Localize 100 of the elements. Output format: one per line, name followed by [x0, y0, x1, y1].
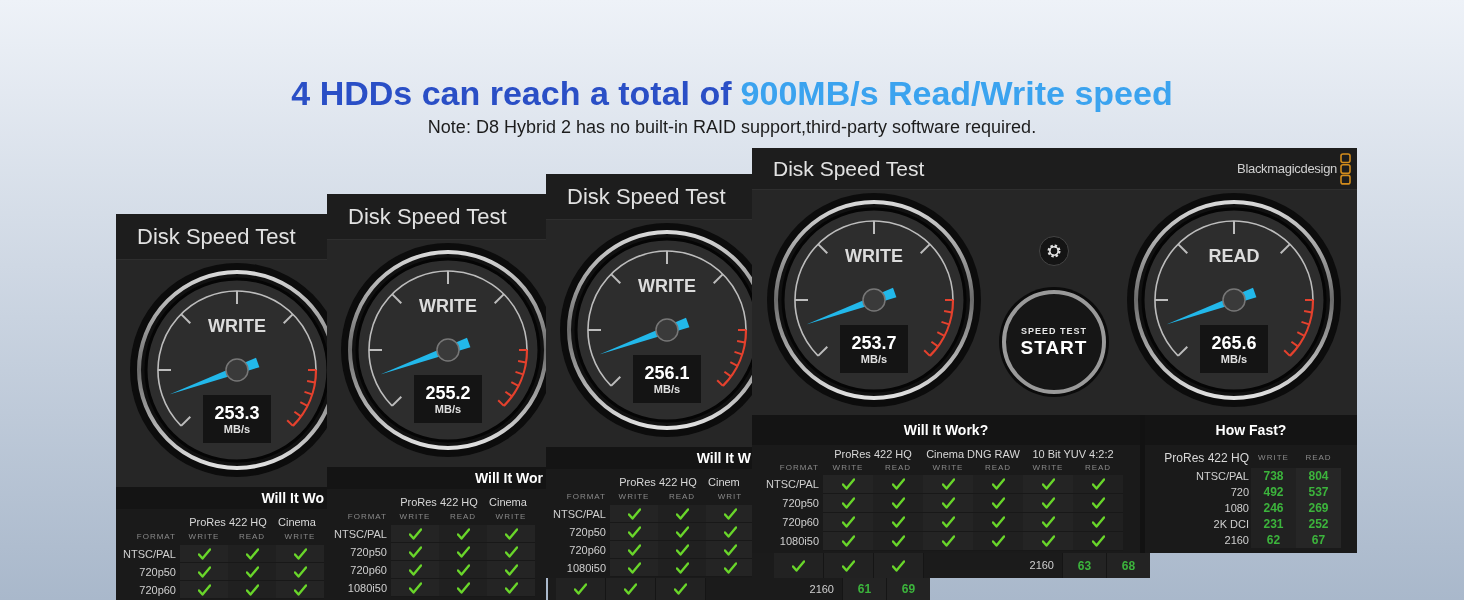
speed-value: 537 — [1308, 484, 1329, 501]
format-label: NTSC/PAL — [766, 477, 819, 493]
format-label: 720p60 — [350, 562, 387, 578]
format-label: 1080i50 — [347, 580, 387, 596]
column-header: WRITE — [832, 462, 864, 474]
gauge-label: WRITE — [845, 245, 903, 267]
readout-value: 255.2 — [425, 382, 471, 403]
readout-unit: MB/s — [434, 402, 462, 416]
logo-text: Blackmagicdesign — [1237, 159, 1337, 178]
column-header: WRIT — [717, 491, 743, 503]
column-group-label: Cinem — [708, 475, 740, 489]
speed-value: 252 — [1308, 516, 1329, 533]
column-header: FORMAT — [347, 511, 387, 523]
column-group-label: ProRes 422 HQ — [189, 515, 267, 529]
column-header: READ — [884, 462, 912, 474]
format-label: 2160 — [809, 581, 834, 597]
readout-unit: MB/s — [1220, 352, 1248, 366]
gauge-label: WRITE — [638, 275, 696, 297]
gauge-hub — [1222, 288, 1246, 312]
window-title: Disk Speed Test — [773, 155, 925, 182]
column-group-label: ProRes 422 HQ — [1164, 450, 1249, 467]
start-button[interactable]: SPEED TEST START — [1002, 290, 1106, 394]
speed-value: 62 — [1266, 532, 1281, 549]
section-title: How Fast? — [1215, 420, 1287, 440]
gauge-label: READ — [1208, 245, 1260, 267]
column-group-label: 10 Bit YUV 4:2:2 — [1032, 447, 1114, 461]
readout-value: 256.1 — [644, 362, 690, 383]
window-title: Disk Speed Test — [567, 183, 726, 210]
gauge-hub — [862, 288, 886, 312]
speed-value: 63 — [1077, 557, 1092, 575]
column-group-label: Cinema DNG RAW — [926, 447, 1020, 461]
speed-value: 738 — [1263, 468, 1284, 485]
format-label: 2160 — [1224, 532, 1249, 548]
format-label: NTSC/PAL — [334, 526, 387, 542]
readout-value: 253.7 — [851, 332, 897, 353]
column-header: WRITE — [495, 511, 527, 523]
format-label: 2160 — [1029, 558, 1054, 574]
column-header: WRITE — [1032, 462, 1064, 474]
column-header: READ — [1084, 462, 1112, 474]
section-title: Will It Wo — [261, 488, 324, 508]
format-label: 720p50 — [350, 544, 387, 560]
settings-icon — [1046, 243, 1062, 259]
format-label: 720 — [1230, 484, 1249, 500]
format-label: 1080i50 — [566, 560, 606, 576]
format-label: 720p60 — [139, 582, 176, 598]
window-title: Disk Speed Test — [137, 223, 296, 250]
column-header: READ — [668, 491, 696, 503]
section-title: Will It W — [696, 448, 751, 468]
format-label: 2K DCI — [1213, 516, 1249, 532]
format-label: 1080i50 — [779, 534, 819, 550]
speed-value: 246 — [1263, 500, 1284, 517]
format-label: 1080 — [1224, 500, 1249, 516]
speed-value: 804 — [1308, 468, 1329, 485]
gauge-hub — [436, 338, 460, 362]
column-header: FORMAT — [136, 531, 176, 543]
section-title: Will It Work? — [903, 420, 989, 440]
column-header: READ — [1305, 452, 1332, 464]
section-title: Will It Wor — [474, 468, 543, 488]
speed-value: 68 — [1121, 557, 1136, 575]
column-header: WRITE — [932, 462, 964, 474]
column-header: FORMAT — [779, 462, 819, 474]
column-header: READ — [984, 462, 1012, 474]
speed-value: 492 — [1263, 484, 1284, 501]
column-header: WRITE — [618, 491, 650, 503]
column-group-label: ProRes 422 HQ — [619, 475, 697, 489]
format-label: NTSC/PAL — [123, 546, 176, 562]
column-header: WRITE — [188, 531, 220, 543]
speed-value: 61 — [857, 581, 872, 598]
format-label: 720p50 — [782, 496, 819, 512]
column-header: WRITE — [1258, 452, 1289, 464]
gauge-label: WRITE — [208, 315, 266, 337]
readout-value: 265.6 — [1211, 332, 1257, 353]
gauge-hub — [225, 358, 249, 382]
window-title: Disk Speed Test — [348, 203, 507, 230]
headline-text: 4 HDDs can reach a total of — [291, 73, 732, 114]
column-header: READ — [238, 531, 266, 543]
column-group-label: ProRes 422 HQ — [400, 495, 478, 509]
readout-unit: MB/s — [223, 422, 251, 436]
format-label: 720p60 — [782, 515, 819, 531]
logo-icon — [1340, 152, 1351, 185]
readout-unit: MB/s — [860, 352, 888, 366]
column-group-label: Cinema — [278, 515, 316, 529]
settings-button[interactable] — [1039, 236, 1069, 266]
note-text: Note: D8 Hybrid 2 has no built-in RAID support,third-party software required. — [427, 116, 1037, 138]
gauge-hub — [655, 318, 679, 342]
speed-value: 231 — [1263, 516, 1284, 533]
format-label: 720p50 — [139, 564, 176, 580]
readout-value: 253.3 — [214, 402, 260, 423]
column-group-label: Cinema — [489, 495, 527, 509]
format-label: NTSC/PAL — [553, 506, 606, 522]
format-label: NTSC/PAL — [1196, 468, 1249, 484]
format-label: 720p50 — [569, 524, 606, 540]
gauge-label: WRITE — [419, 295, 477, 317]
column-header: WRITE — [284, 531, 316, 543]
readout-unit: MB/s — [653, 382, 681, 396]
speed-value: 69 — [901, 581, 916, 598]
speed-value: 269 — [1308, 500, 1329, 517]
headline-highlight: 900MB/s Read/Write speed — [740, 73, 1173, 114]
column-header: WRITE — [399, 511, 431, 523]
column-header: FORMAT — [566, 491, 606, 503]
